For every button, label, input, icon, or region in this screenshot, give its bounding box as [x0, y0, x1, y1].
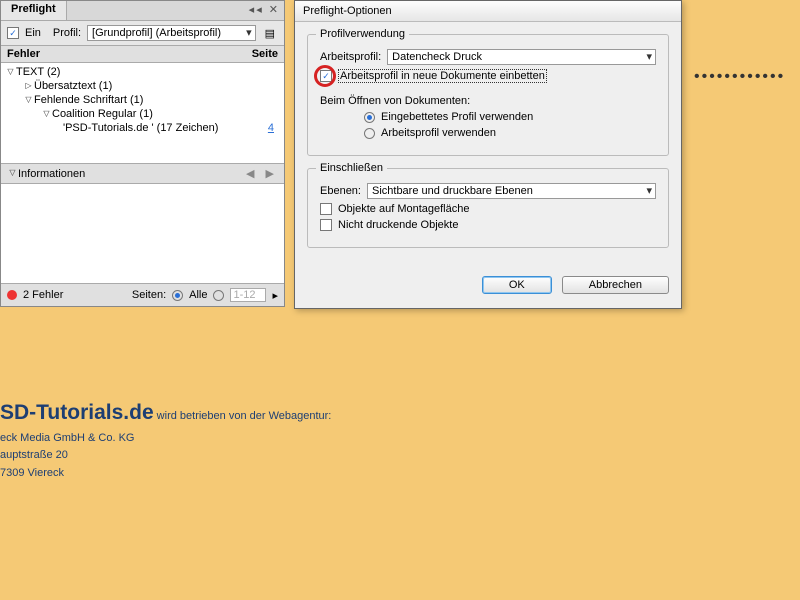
tree-label: Fehlende Schriftart (1) [34, 94, 280, 106]
label-montageflaeche: Objekte auf Montagefläche [338, 203, 469, 215]
label-ein: Ein [25, 27, 41, 39]
page-link[interactable]: 4 [268, 122, 280, 134]
chevron-down-icon[interactable]: ▽ [5, 67, 16, 78]
ok-button[interactable]: OK [482, 276, 552, 294]
dialog-title: Preflight-Optionen [295, 1, 681, 22]
nav-arrows[interactable]: ◀ ▶ [246, 167, 278, 180]
footer-site: SD-Tutorials.de [0, 401, 154, 424]
label-informationen: Informationen [18, 168, 85, 180]
label-alle: Alle [189, 289, 207, 301]
preflight-panel: Preflight ◂◂ ✕ ✓ Ein Profil: [Grundprofi… [0, 0, 285, 307]
footer-company: eck Media GmbH & Co. KG [0, 430, 331, 448]
footer-city: 7309 Viereck [0, 465, 331, 483]
footer-text: SD-Tutorials.de wird betrieben von der W… [0, 396, 331, 482]
legend-profilverwendung: Profilverwendung [316, 28, 409, 40]
radio-use-work[interactable] [364, 128, 375, 139]
chevron-down-icon[interactable]: ▽ [23, 95, 34, 106]
checkbox-nicht-druckend[interactable] [320, 219, 332, 231]
error-indicator-icon [7, 290, 17, 300]
annotation-dots: •••••••••••• [694, 68, 785, 86]
label-profil: Profil: [53, 27, 81, 39]
radio-range[interactable] [213, 290, 224, 301]
tree-label: Übersatztext (1) [34, 80, 280, 92]
col-fehler: Fehler [7, 48, 40, 60]
tree-label: TEXT (2) [16, 66, 280, 78]
checkbox-embed-profile[interactable]: ✓ [320, 70, 332, 82]
label-seiten: Seiten: [132, 289, 166, 301]
error-count: 2 Fehler [23, 289, 63, 301]
tree-row[interactable]: ▽ Fehlende Schriftart (1) [1, 93, 284, 107]
col-seite: Seite [252, 48, 278, 60]
tab-preflight[interactable]: Preflight [1, 1, 67, 20]
input-page-range[interactable]: 1-12 [230, 288, 266, 302]
radio-use-embedded[interactable] [364, 112, 375, 123]
tree-label: 'PSD-Tutorials.de ' (17 Zeichen) [63, 122, 268, 134]
checkbox-montageflaeche[interactable] [320, 203, 332, 215]
panel-window-controls[interactable]: ◂◂ ✕ [245, 1, 284, 20]
label-on-open: Beim Öffnen von Dokumenten: [320, 95, 470, 107]
chevron-right-icon[interactable]: ▷ [23, 81, 34, 92]
tree-row[interactable]: ▽ TEXT (2) [1, 65, 284, 79]
legend-einschliessen: Einschließen [316, 162, 387, 174]
footer-street: auptstraße 20 [0, 447, 331, 465]
label-use-embedded: Eingebettetes Profil verwenden [381, 111, 533, 123]
fieldset-einschliessen: Einschließen Ebenen: Sichtbare und druck… [307, 168, 669, 248]
radio-alle[interactable] [172, 290, 183, 301]
stepper-icon[interactable]: ▸ [272, 289, 278, 302]
label-arbeitsprofil: Arbeitsprofil: [320, 51, 381, 63]
info-textarea[interactable] [1, 183, 284, 283]
error-tree: ▽ TEXT (2) ▷ Übersatztext (1) ▽ Fehlende… [1, 63, 284, 163]
label-embed-profile: Arbeitsprofil in neue Dokumente einbette… [338, 69, 547, 83]
tree-row[interactable]: 'PSD-Tutorials.de ' (17 Zeichen) 4 [1, 121, 284, 135]
footer-tagline: wird betrieben von der Webagentur: [154, 410, 332, 422]
chevron-down-icon[interactable]: ▽ [41, 109, 52, 120]
tree-label: Coalition Regular (1) [52, 108, 280, 120]
checkbox-ein[interactable]: ✓ [7, 27, 19, 39]
label-ebenen: Ebenen: [320, 185, 361, 197]
menu-icon[interactable]: ▤ [262, 27, 278, 40]
panel-header: Preflight ◂◂ ✕ [1, 1, 284, 21]
cancel-button[interactable]: Abbrechen [562, 276, 669, 294]
label-use-work: Arbeitsprofil verwenden [381, 127, 496, 139]
select-profil[interactable]: [Grundprofil] (Arbeitsprofil) [87, 25, 256, 41]
preflight-options-dialog: Preflight-Optionen Profilverwendung Arbe… [294, 0, 682, 309]
chevron-down-icon[interactable]: ▽ [7, 168, 18, 179]
tree-row[interactable]: ▷ Übersatztext (1) [1, 79, 284, 93]
select-ebenen[interactable]: Sichtbare und druckbare Ebenen [367, 183, 656, 199]
select-arbeitsprofil[interactable]: Datencheck Druck [387, 49, 656, 65]
fieldset-profilverwendung: Profilverwendung Arbeitsprofil: Datenche… [307, 34, 669, 156]
label-nicht-druckend: Nicht druckende Objekte [338, 219, 458, 231]
tree-row[interactable]: ▽ Coalition Regular (1) [1, 107, 284, 121]
